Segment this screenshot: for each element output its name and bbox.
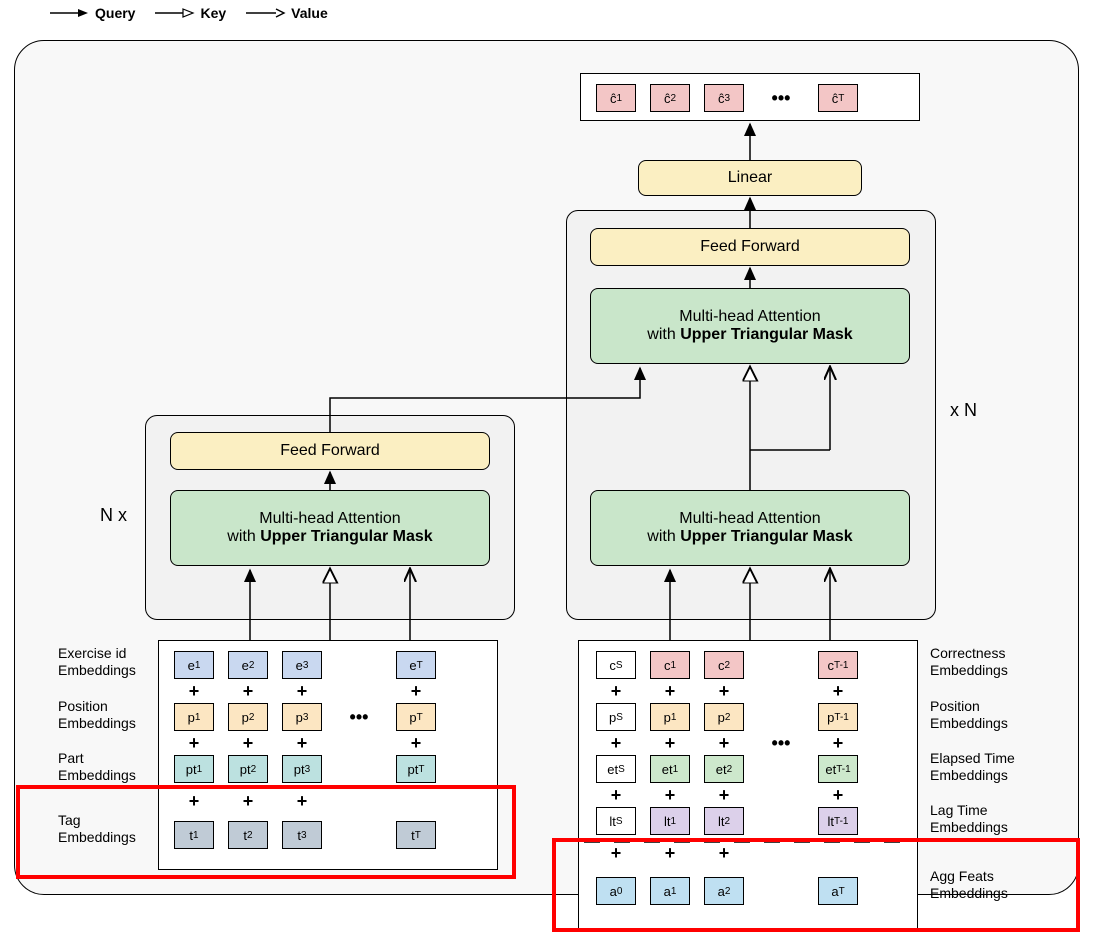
highlight-agg-embeddings bbox=[552, 838, 1080, 932]
highlight-tag-embeddings bbox=[16, 785, 516, 879]
